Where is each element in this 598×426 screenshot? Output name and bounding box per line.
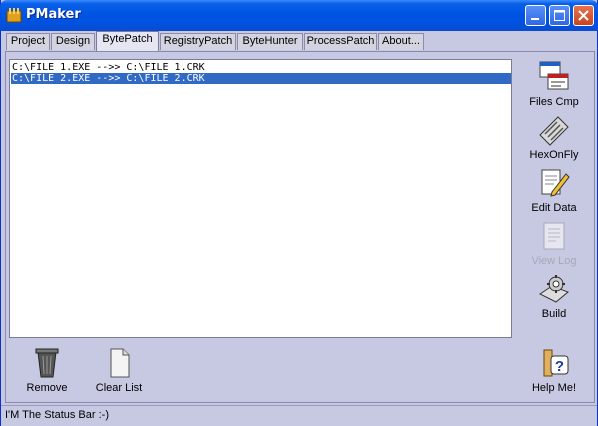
files-cmp-label: Files Cmp xyxy=(529,96,579,108)
help-button[interactable]: ? Help Me! xyxy=(522,346,586,394)
view-log-button[interactable]: View Log xyxy=(522,219,586,267)
window-title: PMaker xyxy=(26,7,81,22)
clear-list-button[interactable]: Clear List xyxy=(87,346,151,394)
edit-document-icon xyxy=(541,169,570,197)
svg-text:?: ? xyxy=(555,358,564,375)
files-cmp-button[interactable]: Files Cmp xyxy=(522,60,586,108)
blank-page-icon xyxy=(110,348,130,378)
tab-processpatch[interactable]: ProcessPatch xyxy=(304,33,377,50)
tab-project[interactable]: Project xyxy=(6,33,50,50)
clear-list-label: Clear List xyxy=(95,382,143,394)
edit-data-label: Edit Data xyxy=(531,202,577,214)
maximize-icon xyxy=(554,10,565,21)
tab-registrypatch[interactable]: RegistryPatch xyxy=(160,33,236,50)
help-icon: ? xyxy=(543,349,569,377)
tab-about[interactable]: About... xyxy=(378,33,424,50)
edit-data-button[interactable]: Edit Data xyxy=(522,166,586,214)
tab-bytehunter[interactable]: ByteHunter xyxy=(237,33,303,50)
list-item[interactable]: C:\FILE 1.EXE -->> C:\FILE 1.CRK xyxy=(11,62,511,73)
main-window: PMaker Project Design BytePatch Registry… xyxy=(0,0,598,426)
minimize-icon xyxy=(531,18,539,20)
hexonfly-label: HexOnFly xyxy=(529,149,579,161)
build-gear-icon xyxy=(539,275,569,303)
list-item[interactable]: C:\FILE 2.EXE -->> C:\FILE 2.CRK xyxy=(11,73,511,84)
build-label: Build xyxy=(541,308,567,320)
status-text: I'M The Status Bar :-) xyxy=(5,409,109,421)
patch-file-list[interactable]: C:\FILE 1.EXE -->> C:\FILE 1.CRK C:\FILE… xyxy=(9,59,512,338)
close-icon xyxy=(578,10,589,21)
status-bar: I'M The Status Bar :-) xyxy=(1,405,597,426)
minimize-button[interactable] xyxy=(525,5,546,26)
app-icon xyxy=(6,8,22,23)
tab-bytepatch[interactable]: BytePatch xyxy=(96,31,159,51)
remove-button[interactable]: Remove xyxy=(15,346,79,394)
remove-label: Remove xyxy=(26,382,68,394)
build-button[interactable]: Build xyxy=(522,272,586,320)
compare-windows-icon xyxy=(539,61,569,90)
maximize-button[interactable] xyxy=(549,5,570,26)
view-log-label: View Log xyxy=(531,255,577,267)
log-document-icon xyxy=(543,222,565,250)
title-bar[interactable]: PMaker xyxy=(0,0,598,31)
close-button[interactable] xyxy=(573,5,594,26)
help-label: Help Me! xyxy=(531,382,577,394)
trash-can-icon xyxy=(35,348,59,378)
keyboard-icon xyxy=(539,116,569,146)
hexonfly-button[interactable]: HexOnFly xyxy=(522,113,586,161)
tab-design[interactable]: Design xyxy=(51,33,95,50)
